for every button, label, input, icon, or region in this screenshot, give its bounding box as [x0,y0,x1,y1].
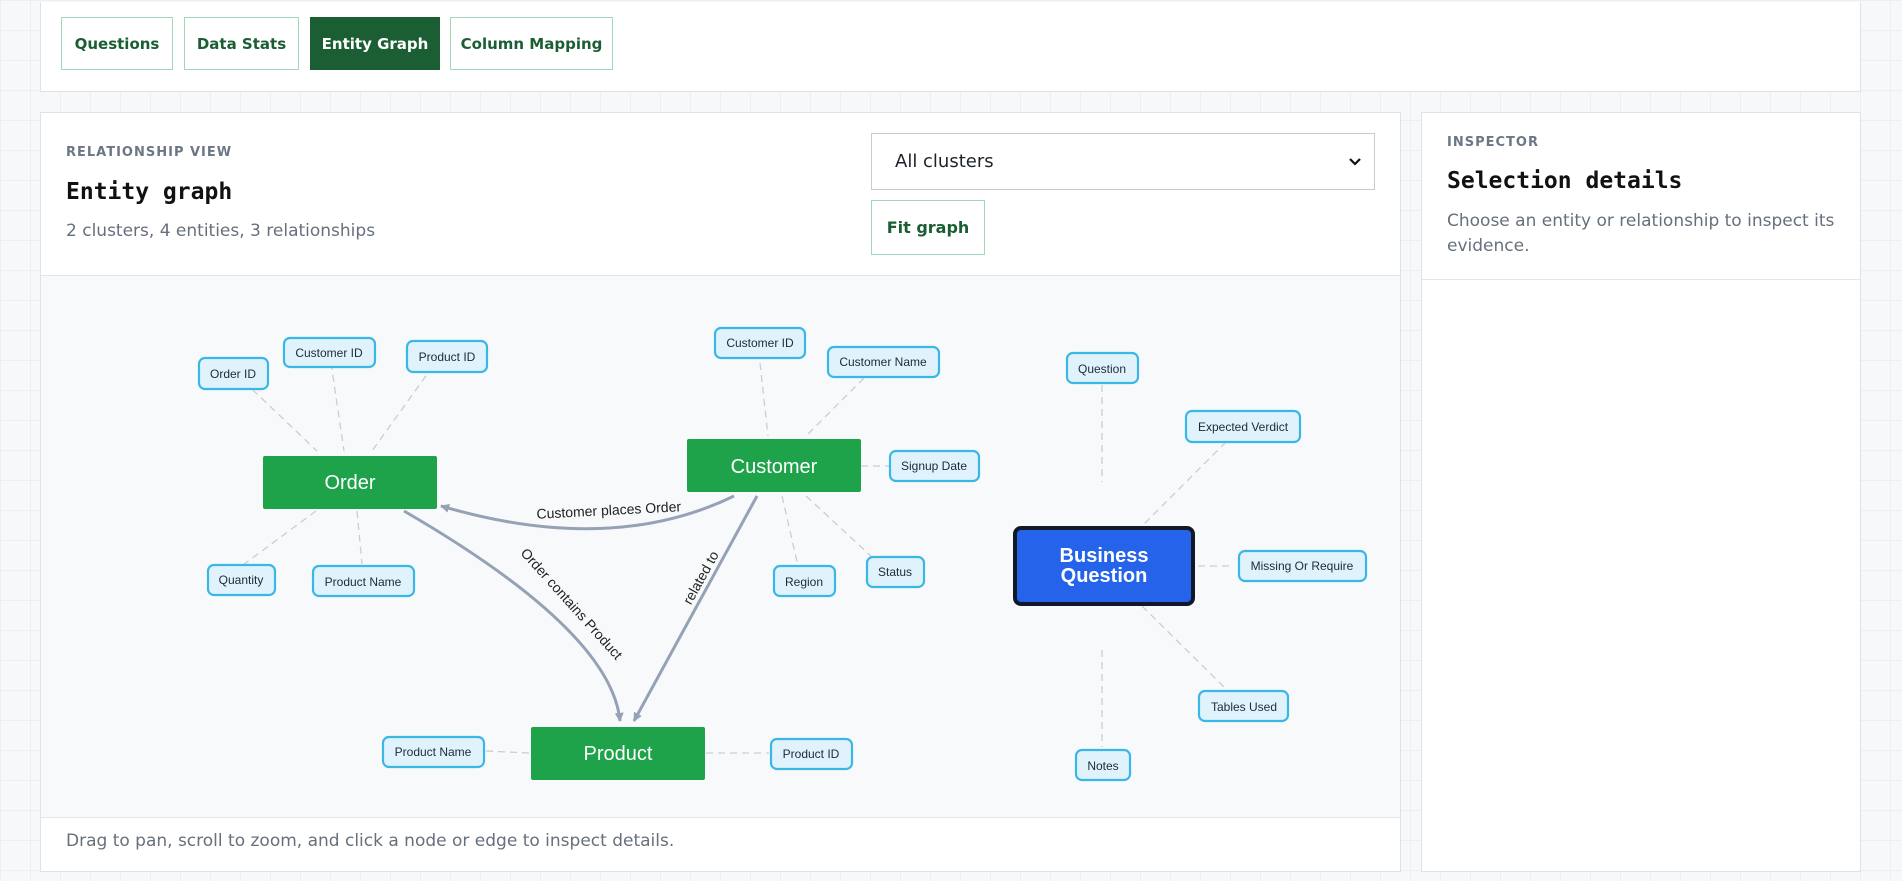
attr-label: Notes [1087,759,1118,773]
attr-node-region[interactable]: Region [772,564,837,598]
entity-label: Customer [731,456,818,478]
edge-related-to[interactable] [632,495,759,722]
attr-node-order-product-name[interactable]: Product Name [311,564,416,598]
cluster-select[interactable]: All clusters [871,133,1375,190]
inspector-eyebrow: INSPECTOR [1447,135,1539,150]
attr-node-customer-name[interactable]: Customer Name [826,345,941,379]
attr-node-order-customer-id[interactable]: Customer ID [282,336,377,369]
attr-label: Customer ID [726,336,794,350]
section-eyebrow: RELATIONSHIP VIEW [66,145,233,160]
attr-node-status[interactable]: Status [865,555,926,589]
attr-node-notes[interactable]: Notes [1074,748,1132,782]
entity-node-business-question[interactable]: Business Question [1013,526,1195,606]
edge-label-places[interactable]: Customer places Order [536,498,682,522]
page-title: Entity graph [66,179,233,205]
attr-label: Customer ID [295,346,363,360]
attr-label: Product ID [419,350,476,364]
attr-node-order-id[interactable]: Order ID [197,356,270,391]
attr-node-tables-used[interactable]: Tables Used [1197,689,1290,723]
attr-node-product-name[interactable]: Product Name [381,735,486,769]
tab-data-stats[interactable]: Data Stats [184,17,299,70]
entity-graph-svg[interactable]: Customer places Order Order contains Pro… [41,276,1400,817]
entity-label-line-2: Question [1061,565,1148,587]
attr-label: Quantity [219,573,264,587]
attr-label: Product ID [783,747,840,761]
attr-label: Region [785,575,823,589]
graph-summary: 2 clusters, 4 entities, 3 relationships [66,221,376,241]
entity-label: Order [324,472,375,494]
attr-label: Tables Used [1211,700,1277,714]
attr-node-customer-customer-id[interactable]: Customer ID [713,326,807,360]
entity-label: Product [584,743,653,765]
chevron-down-icon [1349,158,1361,166]
attr-label: Customer Name [839,355,927,369]
cluster-select-value: All clusters [895,151,994,172]
tab-questions[interactable]: Questions [61,17,173,70]
attr-node-question[interactable]: Question [1065,351,1140,385]
fit-graph-button[interactable]: Fit graph [871,200,985,255]
inspector-panel: INSPECTOR Selection details Choose an en… [1421,112,1861,872]
divider [1422,279,1860,280]
attr-node-expected-verdict[interactable]: Expected Verdict [1184,409,1302,444]
inspector-description: Choose an entity or relationship to insp… [1447,211,1835,256]
attr-node-quantity[interactable]: Quantity [206,563,277,597]
attr-label: Signup Date [901,459,967,473]
attr-label: Product Name [395,745,472,759]
entity-node-customer[interactable]: Customer [687,439,861,492]
tab-bar: Questions Data Stats Entity Graph Column… [40,2,1861,92]
tab-entity-graph[interactable]: Entity Graph [310,17,440,70]
attr-node-signup-date[interactable]: Signup Date [888,449,981,483]
entity-label-line-1: Business [1060,545,1149,567]
attr-label: Question [1078,362,1126,376]
attr-label: Expected Verdict [1198,420,1289,434]
graph-canvas[interactable]: Customer places Order Order contains Pro… [41,275,1400,818]
attr-node-missing-or-require[interactable]: Missing Or Require [1237,549,1368,583]
attr-label: Order ID [210,367,256,381]
edge-label-contains[interactable]: Order contains Product [518,545,626,663]
graph-hint: Drag to pan, scroll to zoom, and click a… [66,831,675,851]
entity-node-order[interactable]: Order [263,456,437,509]
attr-label: Missing Or Require [1251,559,1354,573]
attr-node-product-id[interactable]: Product ID [769,737,854,771]
attr-label: Status [878,565,912,579]
graph-panel: RELATIONSHIP VIEW Entity graph 2 cluster… [40,112,1401,872]
inspector-title: Selection details [1447,168,1683,194]
entity-node-product[interactable]: Product [531,727,705,780]
attr-label: Product Name [325,575,402,589]
tab-column-mapping[interactable]: Column Mapping [450,17,613,70]
attr-node-order-product-id[interactable]: Product ID [405,339,489,374]
